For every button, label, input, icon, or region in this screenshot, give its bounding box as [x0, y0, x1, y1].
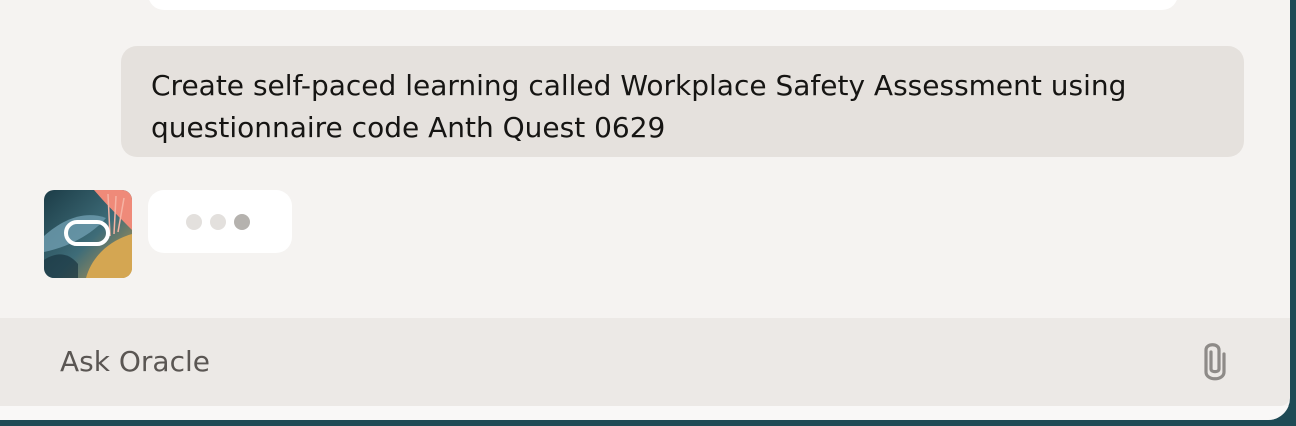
ask-oracle-input[interactable]: [60, 342, 1160, 382]
typing-dot-3: [234, 214, 250, 230]
typing-dot-1: [186, 214, 202, 230]
typing-dot-2: [210, 214, 226, 230]
chat-panel: Create self-paced learning called Workpl…: [0, 0, 1290, 420]
user-message-text: Create self-paced learning called Workpl…: [151, 69, 1127, 144]
previous-message-bubble: [148, 0, 1178, 10]
user-message-bubble: Create self-paced learning called Workpl…: [121, 46, 1244, 157]
paperclip-icon[interactable]: [1197, 342, 1233, 382]
panel-footer: [0, 406, 1290, 420]
oracle-avatar-icon: [44, 190, 132, 278]
